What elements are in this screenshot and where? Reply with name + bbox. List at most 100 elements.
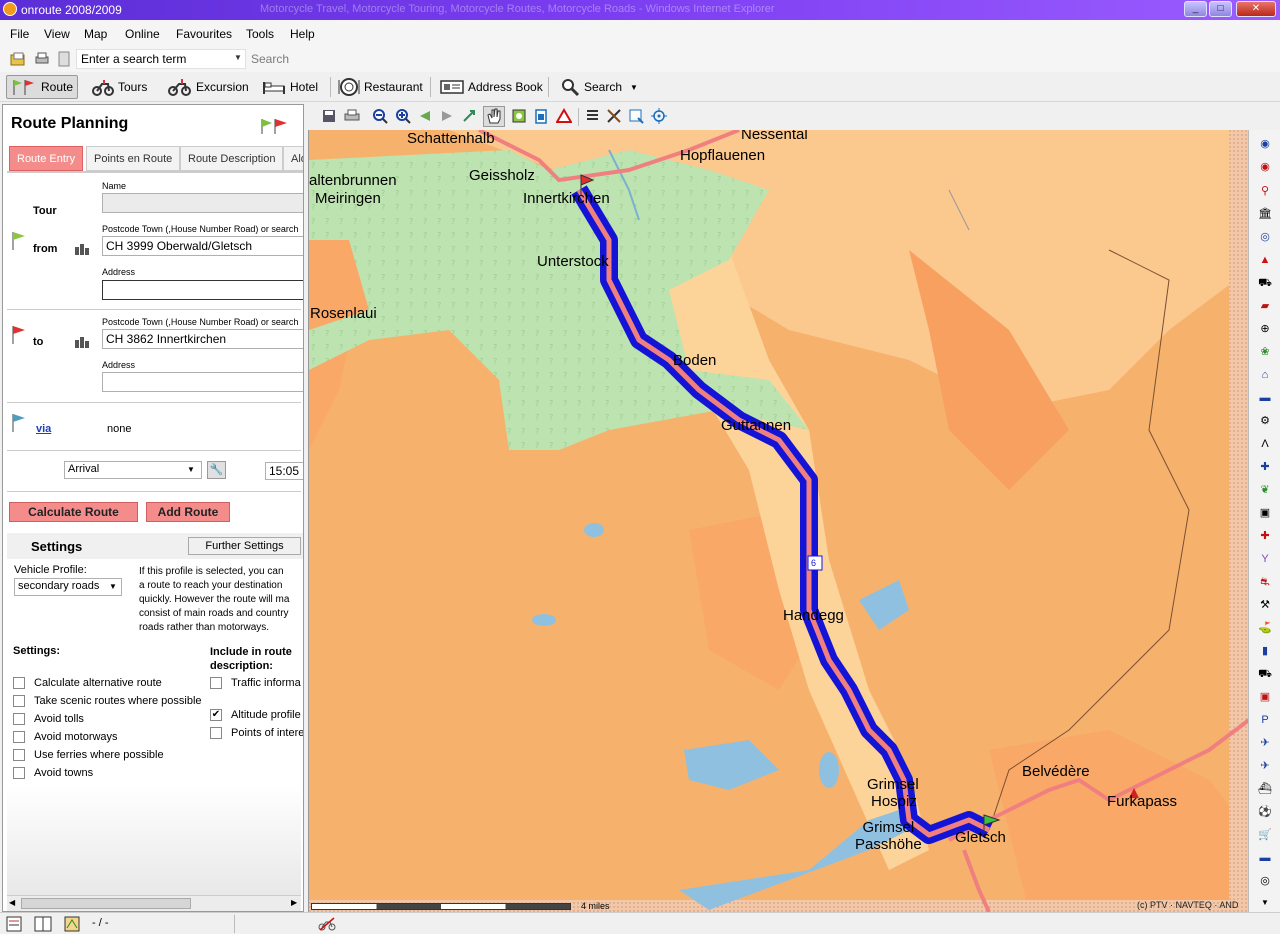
shopping-cart-icon[interactable]: 🛒 bbox=[1256, 826, 1274, 844]
tab-altitude[interactable]: Alo bbox=[283, 146, 303, 171]
parking-icon[interactable]: P bbox=[1256, 711, 1274, 729]
checkbox[interactable] bbox=[210, 677, 222, 689]
save-icon[interactable] bbox=[322, 109, 336, 123]
from-address-field[interactable] bbox=[102, 280, 303, 300]
hotel-button[interactable]: Hotel bbox=[258, 75, 322, 99]
minimize-button[interactable]: _ bbox=[1184, 1, 1207, 17]
mountain-icon[interactable]: ▲ bbox=[1256, 251, 1274, 269]
option-scenic-routes[interactable]: Take scenic routes where possible bbox=[13, 695, 202, 707]
scroll-right-icon[interactable]: ▶ bbox=[291, 898, 297, 907]
tour-name-field[interactable] bbox=[102, 193, 303, 213]
print-icon[interactable] bbox=[34, 51, 50, 67]
horizontal-scrollbar[interactable]: ◀ ▶ bbox=[7, 895, 301, 911]
hospital-icon[interactable]: ✚ bbox=[1256, 527, 1274, 545]
bed-icon[interactable]: ▬ bbox=[1256, 389, 1274, 407]
checkbox[interactable] bbox=[210, 727, 222, 739]
view-icon[interactable]: ◎ bbox=[1256, 228, 1274, 246]
tours-button[interactable]: Tours bbox=[88, 75, 151, 99]
route-button[interactable]: Route bbox=[6, 75, 79, 99]
from-town-field[interactable]: CH 3999 Oberwald/Gletsch bbox=[102, 236, 303, 256]
back-arrow-icon[interactable] bbox=[418, 109, 432, 123]
search-input[interactable]: Enter a search term bbox=[76, 49, 246, 69]
pan-hand-icon[interactable] bbox=[483, 106, 505, 127]
option-avoid-motorways[interactable]: Avoid motorways bbox=[13, 731, 118, 743]
arrival-mode-select[interactable]: Arrival bbox=[64, 461, 202, 479]
calculate-route-button[interactable]: Calculate Route bbox=[9, 502, 138, 522]
fuel-icon[interactable]: ▮ bbox=[1256, 642, 1274, 660]
map-view-icon[interactable] bbox=[64, 916, 80, 932]
checkbox-checked[interactable]: ✔ bbox=[210, 709, 222, 721]
vehicle-profile-select[interactable]: secondary roads bbox=[14, 578, 122, 596]
scroll-down-icon[interactable]: ▼ bbox=[1256, 894, 1274, 912]
to-town-field[interactable]: CH 3862 Innertkirchen bbox=[102, 329, 303, 349]
chevron-down-icon[interactable]: ▼ bbox=[109, 582, 117, 591]
tab-points-en-route[interactable]: Points en Route bbox=[86, 146, 181, 171]
time-field[interactable]: 15:05 bbox=[265, 462, 303, 480]
menu-favourites[interactable]: Favourites bbox=[176, 27, 232, 41]
house-icon[interactable]: ⌂ bbox=[1256, 366, 1274, 384]
hotel-icon[interactable]: ▣ bbox=[1256, 504, 1274, 522]
car-rental-icon[interactable]: ⛟ bbox=[1256, 665, 1274, 683]
parking-garage-icon[interactable]: ▣ bbox=[1256, 688, 1274, 706]
add-layer-icon[interactable] bbox=[628, 108, 644, 124]
scrollbar-thumb[interactable] bbox=[21, 898, 191, 909]
search-dropdown-arrow[interactable]: ▼ bbox=[234, 53, 242, 62]
grapes-icon[interactable]: ❦ bbox=[1256, 481, 1274, 499]
further-settings-button[interactable]: Further Settings bbox=[188, 537, 301, 555]
page-icon[interactable] bbox=[56, 51, 72, 67]
list-icon[interactable] bbox=[584, 108, 600, 124]
plane-icon[interactable]: ✈ bbox=[1256, 757, 1274, 775]
option-avoid-towns[interactable]: Avoid towns bbox=[13, 767, 93, 779]
restaurant-button[interactable]: Restaurant bbox=[334, 75, 427, 99]
scroll-left-icon[interactable]: ◀ bbox=[9, 898, 15, 907]
warning-icon[interactable] bbox=[556, 108, 572, 124]
search-tool-button[interactable]: Search ▼ bbox=[556, 75, 642, 99]
eye-off-icon[interactable]: ◉ bbox=[1256, 158, 1274, 176]
chevron-down-icon[interactable]: ▼ bbox=[187, 465, 195, 474]
checkbox[interactable] bbox=[13, 677, 25, 689]
pin-icon[interactable]: ⚲ bbox=[1256, 182, 1274, 200]
maximize-button[interactable]: □ bbox=[1209, 1, 1232, 17]
museum-icon[interactable]: 🏛 bbox=[1256, 205, 1274, 223]
repair-icon[interactable]: ⚒ bbox=[1256, 596, 1274, 614]
checkbox[interactable] bbox=[13, 713, 25, 725]
checkbox[interactable] bbox=[13, 731, 25, 743]
car-icon[interactable]: ⛟ bbox=[1256, 274, 1274, 292]
menu-help[interactable]: Help bbox=[290, 27, 315, 41]
vehicle-icon[interactable]: ▬ bbox=[1256, 849, 1274, 867]
forward-arrow-icon[interactable] bbox=[440, 109, 454, 123]
menu-online[interactable]: Online bbox=[125, 27, 160, 41]
cd-icon[interactable]: ◎ bbox=[1256, 872, 1274, 890]
open-folder-icon[interactable] bbox=[10, 51, 26, 67]
golf-icon[interactable]: ⛳ bbox=[1256, 619, 1274, 637]
wrench-icon[interactable]: 🔧 bbox=[207, 461, 226, 479]
fit-view-icon[interactable] bbox=[462, 109, 476, 123]
motorcycle-icon[interactable]: ⛐ bbox=[1256, 573, 1274, 591]
option-avoid-tolls[interactable]: Avoid tolls bbox=[13, 713, 84, 725]
print-icon[interactable] bbox=[344, 109, 360, 123]
zoom-in-icon[interactable] bbox=[395, 108, 411, 124]
clipboard-icon[interactable] bbox=[534, 108, 548, 124]
globe-icon[interactable]: ⊕ bbox=[1256, 320, 1274, 338]
airport-icon[interactable]: ✈ bbox=[1256, 734, 1274, 752]
tab-route-description[interactable]: Route Description bbox=[180, 146, 284, 171]
map-view[interactable]: ? bbox=[308, 130, 1248, 912]
menu-tools[interactable]: Tools bbox=[246, 27, 274, 41]
menu-view[interactable]: View bbox=[44, 27, 70, 41]
eye-icon[interactable]: ◉ bbox=[1256, 135, 1274, 153]
camping-icon[interactable]: Λ bbox=[1256, 435, 1274, 453]
chevron-down-icon[interactable]: ▼ bbox=[630, 83, 638, 92]
address-book-button[interactable]: Address Book bbox=[436, 75, 547, 99]
tools-icon[interactable] bbox=[606, 108, 622, 124]
menu-file[interactable]: File bbox=[10, 27, 29, 41]
to-address-field[interactable] bbox=[102, 372, 303, 392]
layers-icon[interactable] bbox=[511, 108, 527, 124]
tree-icon[interactable]: ❀ bbox=[1256, 343, 1274, 361]
panel-icon[interactable] bbox=[6, 916, 22, 932]
via-link[interactable]: via bbox=[36, 423, 51, 435]
close-button[interactable]: ✕ bbox=[1236, 1, 1276, 17]
bar-icon[interactable]: Y bbox=[1256, 550, 1274, 568]
tab-route-entry[interactable]: Route Entry bbox=[9, 146, 84, 171]
excursion-button[interactable]: Excursion bbox=[164, 75, 253, 99]
car-wash-icon[interactable]: ⚙ bbox=[1256, 412, 1274, 430]
